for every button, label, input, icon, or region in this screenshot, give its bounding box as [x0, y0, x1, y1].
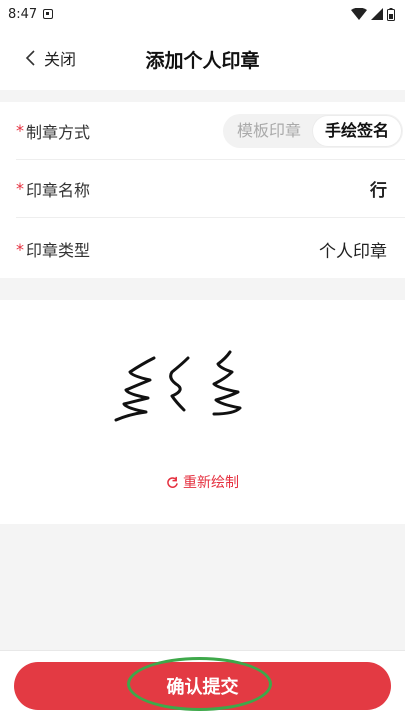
signature-canvas[interactable] [110, 348, 260, 430]
close-button[interactable]: 关闭 [24, 46, 76, 70]
name-label-text: 印章名称 [26, 180, 91, 200]
signal-icon [371, 8, 383, 20]
status-left: 8:47 [8, 6, 54, 22]
form-row-method: * 制章方式 模板印章 手绘签名 [16, 102, 405, 160]
redraw-button[interactable]: 重新绘制 [0, 472, 405, 492]
wifi-icon [351, 8, 367, 20]
signature-area: 重新绘制 [0, 300, 405, 524]
status-time: 8:47 [8, 6, 38, 22]
form-row-name[interactable]: * 印章名称 行 [16, 160, 405, 218]
signature-stroke [114, 356, 156, 422]
type-label: * 印章类型 [16, 237, 90, 261]
method-option-template[interactable]: 模板印章 [225, 116, 313, 146]
seal-type-value[interactable]: 个人印章 [319, 237, 387, 262]
form-row-type[interactable]: * 印章类型 个人印章 [16, 220, 405, 278]
name-label: * 印章名称 [16, 177, 90, 201]
chevron-left-icon [25, 50, 35, 66]
required-mark: * [16, 179, 24, 198]
battery-icon [387, 7, 395, 21]
close-label: 关闭 [44, 50, 77, 69]
required-mark: * [16, 121, 24, 140]
seal-form: * 制章方式 模板印章 手绘签名 * 印章名称 行 * 印章类型 个人印章 [0, 102, 405, 278]
notification-icon [43, 9, 54, 19]
seal-name-value[interactable]: 行 [370, 176, 387, 201]
method-option-handdrawn[interactable]: 手绘签名 [312, 115, 401, 146]
type-label-text: 印章类型 [26, 241, 91, 260]
refresh-icon [167, 476, 178, 488]
submit-button[interactable]: 确认提交 [14, 662, 391, 710]
signature-stroke [212, 350, 242, 416]
header: 关闭 添加个人印章 [0, 28, 405, 90]
method-label-text: 制章方式 [26, 122, 91, 142]
method-label: * 制章方式 [16, 119, 90, 143]
signature-stroke [169, 356, 190, 412]
method-segmented-control: 模板印章 手绘签名 [222, 113, 403, 148]
status-right [351, 7, 395, 21]
bottom-bar: 确认提交 [0, 650, 405, 721]
redraw-label: 重新绘制 [183, 475, 239, 491]
status-bar: 8:47 [0, 0, 405, 28]
required-mark: * [16, 239, 24, 259]
